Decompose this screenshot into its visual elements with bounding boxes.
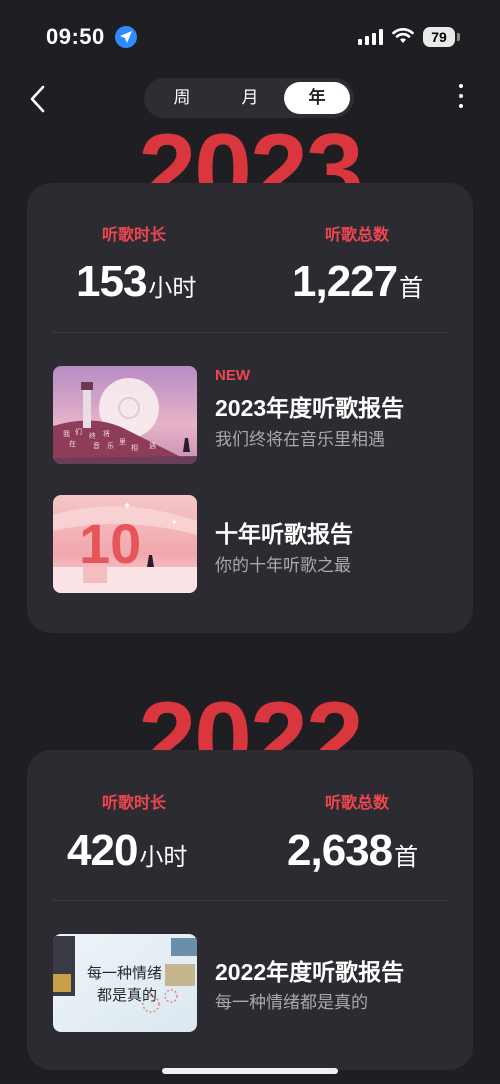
count-label: 听歌总数: [325, 795, 390, 812]
more-dot-icon: [459, 104, 463, 108]
report-title: 2023年度听歌报告: [215, 395, 405, 421]
back-button[interactable]: [26, 84, 50, 114]
count-stat: 2,638首: [287, 826, 418, 876]
report-2022-thumbnail: 每一种情绪 都是真的: [53, 934, 197, 1032]
count-stat: 1,227首: [292, 257, 423, 307]
more-dot-icon: [459, 84, 463, 88]
report-2023-thumbnail: 我 们 终 将 在 音 乐 里 相 遇: [53, 366, 197, 464]
report-subtitle: 你的十年听歌之最: [215, 556, 351, 575]
report-subtitle: 我们终将在音乐里相遇: [215, 430, 385, 449]
wifi-icon: [392, 28, 414, 43]
new-badge: NEW: [215, 367, 250, 384]
home-indicator[interactable]: [162, 1068, 338, 1074]
battery-indicator: 79: [423, 27, 455, 47]
chevron-left-icon: [30, 85, 45, 113]
thumbnail-text: 我: [63, 429, 70, 438]
thumbnail-text: 音: [93, 441, 100, 450]
thumbnail-text: 都是真的: [97, 986, 157, 1004]
location-icon: [115, 26, 137, 48]
thumbnail-text: 终: [89, 431, 96, 440]
tab-week[interactable]: 周: [148, 82, 216, 114]
year-card-2023: 听歌时长 153小时 听歌总数 1,227首 我 们 终 将 在 音 乐 里 相…: [27, 183, 473, 633]
svg-text:✦: ✦: [171, 518, 178, 527]
thumbnail-text: 每一种情绪: [87, 964, 162, 982]
thumbnail-text: 相: [131, 443, 138, 452]
duration-value: 420: [67, 826, 138, 875]
thumbnail-text: 将: [103, 429, 110, 438]
duration-unit: 小时: [139, 844, 188, 871]
thumbnail-text: 在: [69, 439, 76, 448]
more-dot-icon: [459, 94, 463, 98]
duration-label: 听歌时长: [102, 795, 167, 812]
thumbnail-text: 们: [75, 427, 82, 436]
card-divider: [53, 332, 447, 333]
duration-stat: 420小时: [67, 826, 187, 876]
cellular-signal-icon: [358, 29, 383, 45]
status-bar: 09:50 79: [0, 0, 500, 72]
report-title: 十年听歌报告: [215, 521, 353, 547]
thumbnail-text: 遇: [149, 442, 156, 450]
count-label: 听歌总数: [325, 227, 390, 244]
thumbnail-text: 里: [119, 438, 126, 446]
tab-year[interactable]: 年: [284, 82, 350, 114]
thumbnail-text: 乐: [107, 441, 114, 450]
status-time: 09:50: [46, 24, 105, 49]
year-card-2022: 听歌时长 420小时 听歌总数 2,638首 每一种情绪 都是真的 2022年度…: [27, 750, 473, 1070]
card-divider: [53, 900, 447, 901]
duration-label: 听歌时长: [102, 227, 167, 244]
duration-value: 153: [76, 257, 147, 306]
battery-cap: [457, 33, 460, 41]
tab-month[interactable]: 月: [216, 82, 284, 114]
count-unit: 首: [399, 275, 424, 302]
duration-unit: 小时: [148, 275, 197, 302]
more-options-button[interactable]: [455, 84, 467, 114]
svg-text:✦: ✦: [123, 501, 131, 512]
count-value: 1,227: [292, 257, 398, 306]
count-unit: 首: [394, 844, 419, 871]
thumbnail-text: 10: [79, 512, 141, 575]
count-value: 2,638: [287, 826, 393, 875]
report-decade-thumbnail: 10 ✦ ✦: [53, 495, 197, 593]
report-title: 2022年度听歌报告: [215, 959, 405, 985]
report-subtitle: 每一种情绪都是真的: [215, 993, 368, 1012]
duration-stat: 153小时: [76, 257, 196, 307]
